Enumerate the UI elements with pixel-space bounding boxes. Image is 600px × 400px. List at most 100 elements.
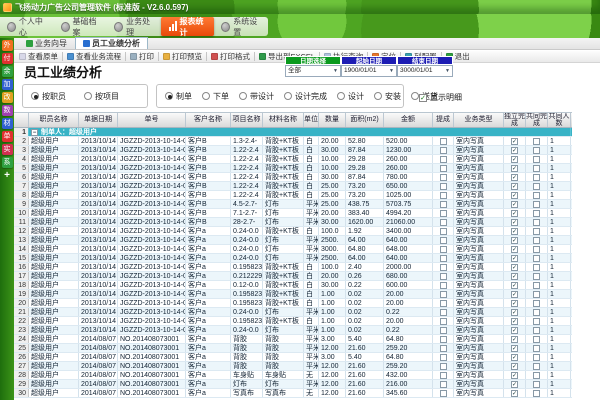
unchecked-checkbox-icon[interactable] (439, 326, 447, 334)
unchecked-checkbox-icon[interactable] (439, 254, 447, 262)
unchecked-checkbox-icon[interactable] (533, 191, 540, 199)
checked-checkbox-icon[interactable]: ✓ (511, 200, 518, 208)
table-row[interactable]: 8超级用户2013/10/14JGZZD-2013-10-14-002客户B1.… (14, 191, 572, 200)
checked-checkbox-icon[interactable]: ✓ (511, 146, 518, 154)
toolbar-button-打印预览[interactable]: 打印预览 (160, 51, 205, 62)
checked-checkbox-icon[interactable]: ✓ (511, 137, 518, 145)
show-detail-checkbox[interactable]: ✓ 显示明细 (419, 92, 462, 103)
table-row[interactable]: 17超级用户2013/10/14JGZZD-2013-10-14-004客户a0… (14, 272, 572, 281)
checked-checkbox-icon[interactable]: ✓ (511, 299, 518, 307)
checked-checkbox-icon[interactable]: ✓ (511, 236, 518, 244)
table-row[interactable]: 10超级用户2013/10/14JGZZD-2013-10-14-002客户B7… (14, 209, 572, 218)
unchecked-checkbox-icon[interactable] (533, 389, 540, 397)
radio-制单[interactable]: 制单 (165, 91, 192, 102)
unchecked-checkbox-icon[interactable] (439, 200, 447, 208)
unchecked-checkbox-icon[interactable] (533, 200, 540, 208)
unchecked-checkbox-icon[interactable] (533, 164, 540, 172)
unchecked-checkbox-icon[interactable] (439, 290, 447, 298)
unchecked-checkbox-icon[interactable] (439, 173, 447, 181)
table-row[interactable]: 7超级用户2013/10/14JGZZD-2013-10-14-002客户B1.… (14, 182, 572, 191)
unchecked-checkbox-icon[interactable] (533, 335, 540, 343)
unchecked-checkbox-icon[interactable] (533, 146, 540, 154)
toolbar-button-查看业务流程[interactable]: 查看业务流程 (64, 51, 124, 62)
table-row[interactable]: 15超级用户2013/10/14JGZZD-2013-10-14-004客户a0… (14, 254, 572, 263)
unchecked-checkbox-icon[interactable] (533, 218, 540, 226)
unchecked-checkbox-icon[interactable] (533, 308, 540, 316)
sidebar-shortcut-材[interactable]: 材 (1, 118, 13, 129)
unchecked-checkbox-icon[interactable] (533, 155, 540, 163)
date-filter-dropdown-2[interactable]: 3000/01/01 ▼ (397, 65, 453, 77)
tab-员工业绩分析[interactable]: 员工业绩分析 (75, 37, 148, 49)
table-row[interactable]: 30 超级用户 2014/08/07 NO.201408073001 客户a 写真布 写真布… (14, 389, 572, 398)
sidebar-shortcut-付[interactable]: 付 (1, 53, 13, 64)
date-filter-dropdown-1[interactable]: 1900/01/01 ▼ (341, 65, 397, 77)
radio-设计完成[interactable]: 设计完成 (284, 91, 327, 102)
radio-按职员[interactable]: 按职员 (31, 91, 66, 102)
unchecked-checkbox-icon[interactable] (439, 353, 447, 361)
sidebar-shortcut-余[interactable]: 余 (1, 66, 13, 77)
sidebar-shortcut-系[interactable]: 系 (1, 157, 13, 168)
unchecked-checkbox-icon[interactable] (533, 209, 540, 217)
table-row[interactable]: 11超级用户2013/10/14JGZZD-2013-10-14-002客户B2… (14, 218, 572, 227)
unchecked-checkbox-icon[interactable] (439, 182, 447, 190)
column-header-面积(m2)[interactable]: 面积(m2) (346, 113, 384, 127)
unchecked-checkbox-icon[interactable] (533, 290, 540, 298)
column-header-提成[interactable]: 提成 (433, 113, 454, 127)
checked-checkbox-icon[interactable]: ✓ (511, 164, 518, 172)
table-row[interactable]: 28 超级用户 2014/08/07 NO.201408073001 客户a 车身贴 车身贴… (14, 371, 572, 380)
checked-checkbox-icon[interactable]: ✓ (511, 227, 518, 235)
radio-按项目[interactable]: 按项目 (84, 91, 119, 102)
checked-checkbox-icon[interactable]: ✓ (511, 272, 518, 280)
unchecked-checkbox-icon[interactable] (439, 227, 447, 235)
unchecked-checkbox-icon[interactable] (439, 317, 447, 325)
unchecked-checkbox-icon[interactable] (439, 299, 447, 307)
unchecked-checkbox-icon[interactable] (533, 227, 540, 235)
checked-checkbox-icon[interactable]: ✓ (511, 290, 518, 298)
column-header-单据日期[interactable]: 单据日期 (79, 113, 118, 127)
checked-checkbox-icon[interactable]: ✓ (511, 326, 518, 334)
unchecked-checkbox-icon[interactable] (533, 245, 540, 253)
radio-带设计[interactable]: 带设计 (239, 91, 274, 102)
column-header-客户名称[interactable]: 客户名称 (186, 113, 231, 127)
radio-安装[interactable]: 安装 (374, 91, 401, 102)
column-header-金额[interactable]: 金额 (384, 113, 433, 127)
unchecked-checkbox-icon[interactable] (439, 272, 447, 280)
unchecked-checkbox-icon[interactable] (439, 236, 447, 244)
checked-checkbox-icon[interactable]: ✓ (511, 308, 518, 316)
sidebar-shortcut-改[interactable]: 改 (1, 92, 13, 103)
unchecked-checkbox-icon[interactable] (533, 362, 540, 370)
radio-下单[interactable]: 下单 (202, 91, 229, 102)
table-row[interactable]: 19超级用户2013/10/14JGZZD-2013-10-14-007客户a0… (14, 290, 572, 299)
toolbar-button-打印[interactable]: 打印 (127, 51, 157, 62)
toolbar-button-查看原单[interactable]: 查看原单 (16, 51, 61, 62)
column-header-职员名称[interactable]: 职员名称 (29, 113, 79, 127)
unchecked-checkbox-icon[interactable] (439, 137, 447, 145)
tab-业务向导[interactable]: 业务向导 (18, 37, 75, 49)
table-row[interactable]: 2超级用户2013/10/14JGZZD-2013-10-14-002客户B1.… (14, 137, 572, 146)
table-row[interactable]: 6超级用户2013/10/14JGZZD-2013-10-14-002客户B1.… (14, 173, 572, 182)
group-row[interactable]: 1− 制单人：超级用户 (14, 128, 572, 137)
sidebar-shortcut-+[interactable]: + (2, 170, 13, 181)
checked-checkbox-icon[interactable]: ✓ (511, 281, 518, 289)
unchecked-checkbox-icon[interactable] (439, 263, 447, 271)
table-row[interactable]: 14超级用户2013/10/14JGZZD-2013-10-14-004客户a0… (14, 245, 572, 254)
checked-checkbox-icon[interactable]: ✓ (511, 155, 518, 163)
column-header-材料名称[interactable]: 材料名称 (263, 113, 304, 127)
sidebar-shortcut-外[interactable]: 外 (1, 40, 13, 51)
unchecked-checkbox-icon[interactable] (533, 317, 540, 325)
table-row[interactable]: 22超级用户2013/10/14JGZZD-2013-10-14-009客户a0… (14, 317, 572, 326)
unchecked-checkbox-icon[interactable] (439, 209, 447, 217)
table-row[interactable]: 12超级用户2013/10/14JGZZD-2013-10-14-004客户a0… (14, 227, 572, 236)
table-row[interactable]: 21超级用户2013/10/14JGZZD-2013-10-14-008客户a0… (14, 308, 572, 317)
date-filter-dropdown-0[interactable]: 全部 ▼ (285, 65, 341, 77)
unchecked-checkbox-icon[interactable] (439, 344, 447, 352)
unchecked-checkbox-icon[interactable] (439, 218, 447, 226)
table-row[interactable]: 25 超级用户 2014/08/07 NO.201408073001 客户a 背胶 背胶 平米… (14, 344, 572, 353)
column-header-业务类型[interactable]: 业务类型 (454, 113, 504, 127)
checked-checkbox-icon[interactable]: ✓ (511, 371, 518, 379)
column-header-独立完成[interactable]: 独立完成 (504, 113, 526, 127)
nav-item-基础档案[interactable]: 基础档案 (54, 17, 108, 37)
column-header-数量[interactable]: 数量 (319, 113, 346, 127)
unchecked-checkbox-icon[interactable] (533, 353, 540, 361)
table-row[interactable]: 16超级用户2013/10/14JGZZD-2013-10-14-004客户a0… (14, 263, 572, 272)
